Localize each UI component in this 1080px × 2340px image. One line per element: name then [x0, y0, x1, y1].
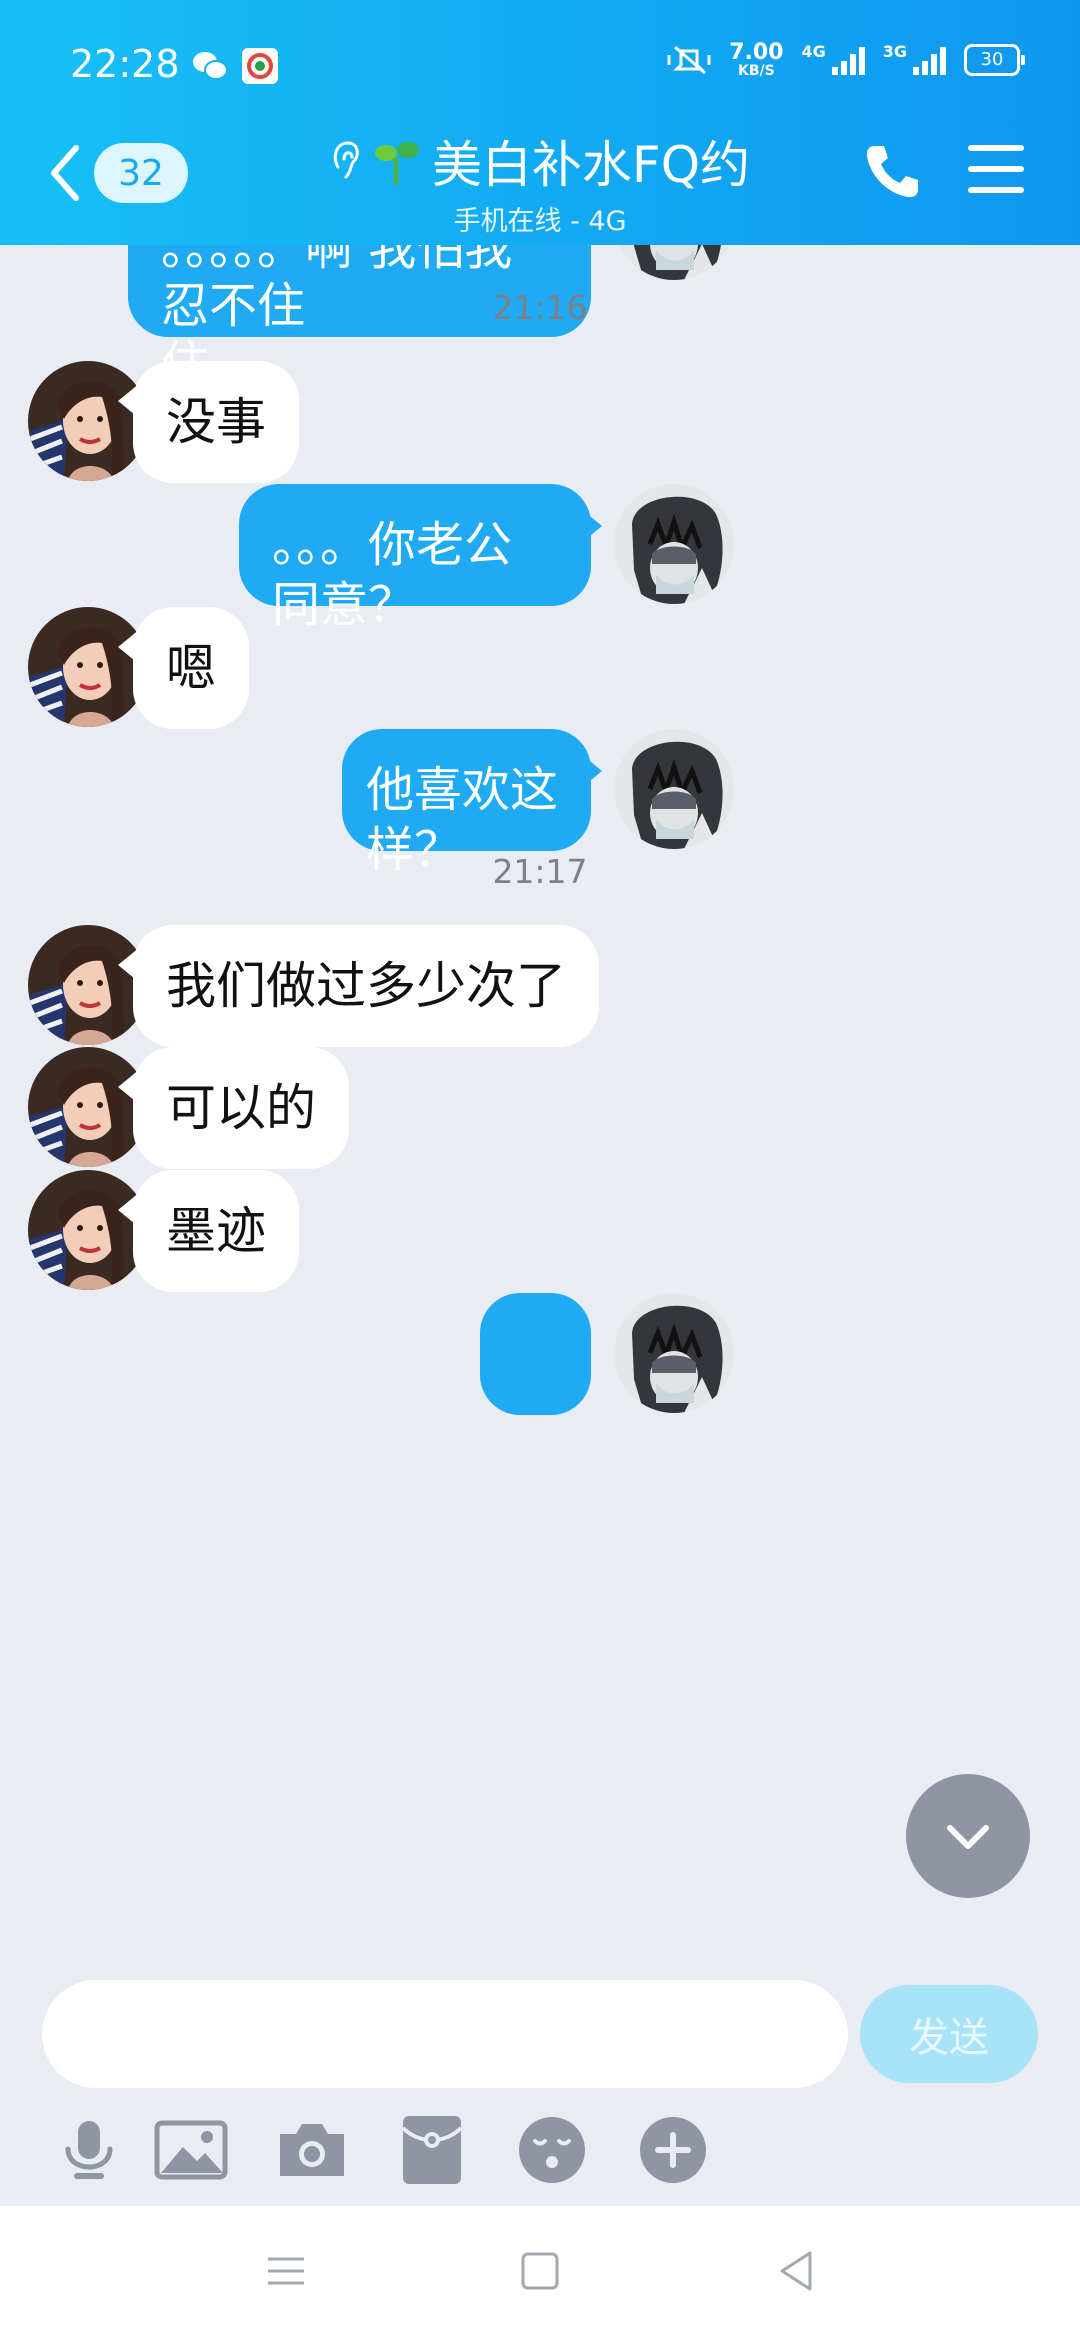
battery-icon: 30 [964, 44, 1025, 76]
home-icon[interactable] [510, 2241, 570, 2301]
signal-icon [831, 45, 865, 75]
unread-count-badge: 32 [94, 143, 188, 203]
message-bubble-in[interactable]: 没事 [133, 361, 299, 483]
message-bubble-in[interactable]: 嗯 [133, 607, 249, 729]
contact-name: 美白补水FQ约 [431, 136, 751, 194]
voice-button[interactable] [49, 2110, 129, 2190]
status-bar: 22:28 7.00 KB/S 4G 3G 30 [0, 0, 1080, 130]
wechat-icon [193, 52, 228, 80]
back-button[interactable]: 32 [48, 138, 188, 208]
contact-online-status: 手机在线 - 4G [453, 206, 627, 237]
menu-button[interactable] [968, 145, 1024, 197]
network-type-2: 3G [882, 42, 907, 61]
mic-icon [65, 2121, 113, 2179]
time-divider: 21:16 [492, 288, 588, 327]
system-nav-bar [0, 2206, 1080, 2340]
message-bubble-in[interactable]: 墨迹 [133, 1170, 299, 1292]
my-avatar[interactable] [614, 729, 734, 849]
message-bubble-out-partial[interactable] [480, 1293, 591, 1415]
mute-vibrate-icon [667, 45, 711, 75]
contact-avatar[interactable] [28, 361, 148, 481]
contact-avatar[interactable] [28, 1170, 148, 1290]
chat-header: 22:28 7.00 KB/S 4G 3G 30 32 美白补水FQ约 手机在线… [0, 0, 1080, 245]
recent-apps-icon[interactable] [256, 2241, 316, 2301]
my-avatar[interactable] [614, 245, 734, 280]
camera-button[interactable] [262, 2110, 362, 2190]
camera-icon [280, 2124, 344, 2176]
contact-avatar[interactable] [28, 1047, 148, 1167]
red-packet-button[interactable] [382, 2110, 482, 2190]
image-icon [154, 2120, 228, 2180]
red-packet-icon [401, 2116, 463, 2184]
contact-title[interactable]: 美白补水FQ约 手机在线 - 4G [250, 125, 830, 238]
my-avatar[interactable] [614, 484, 734, 604]
signal-icon-2 [913, 45, 946, 75]
input-bar: 发送 [0, 1950, 1080, 2206]
status-right: 7.00 KB/S 4G 3G 30 [667, 40, 1025, 79]
message-bubble-out[interactable]: 他喜欢这样？ [342, 729, 591, 878]
chevron-down-icon [947, 1825, 989, 1849]
message-bubble-in[interactable]: 可以的 [133, 1047, 349, 1169]
message-input[interactable] [42, 1980, 848, 2088]
network-type-1: 4G [801, 42, 826, 61]
contact-avatar[interactable] [28, 925, 148, 1045]
scroll-to-bottom-button[interactable] [906, 1774, 1030, 1898]
emoji-button[interactable] [502, 2110, 602, 2190]
my-avatar[interactable] [614, 1293, 734, 1413]
ear-icon [333, 141, 359, 179]
back-nav-icon[interactable] [766, 2241, 826, 2301]
phone-call-icon[interactable] [860, 140, 924, 204]
message-bubble-out[interactable]: 。。。你老公同意？ [239, 484, 591, 633]
net-speed: 7.00 KB/S [729, 40, 784, 79]
emoji-icon [519, 2117, 585, 2183]
news-app-icon [242, 48, 278, 84]
sprout-icon [374, 142, 419, 185]
time-divider: 21:17 [492, 852, 588, 891]
send-button[interactable]: 发送 [860, 1985, 1038, 2083]
photo-button[interactable] [141, 2110, 241, 2190]
status-time: 22:28 [70, 42, 180, 86]
plus-icon [640, 2117, 706, 2183]
chevron-left-icon [51, 145, 79, 201]
more-button[interactable] [623, 2110, 723, 2190]
contact-avatar[interactable] [28, 607, 148, 727]
message-bubble-in[interactable]: 我们做过多少次了 [133, 925, 599, 1047]
message-list[interactable]: 。。。。。啊 我怕我忍不住住 21:16 没事 。。。你老公同意？ 嗯 他喜欢这… [0, 245, 1080, 1950]
